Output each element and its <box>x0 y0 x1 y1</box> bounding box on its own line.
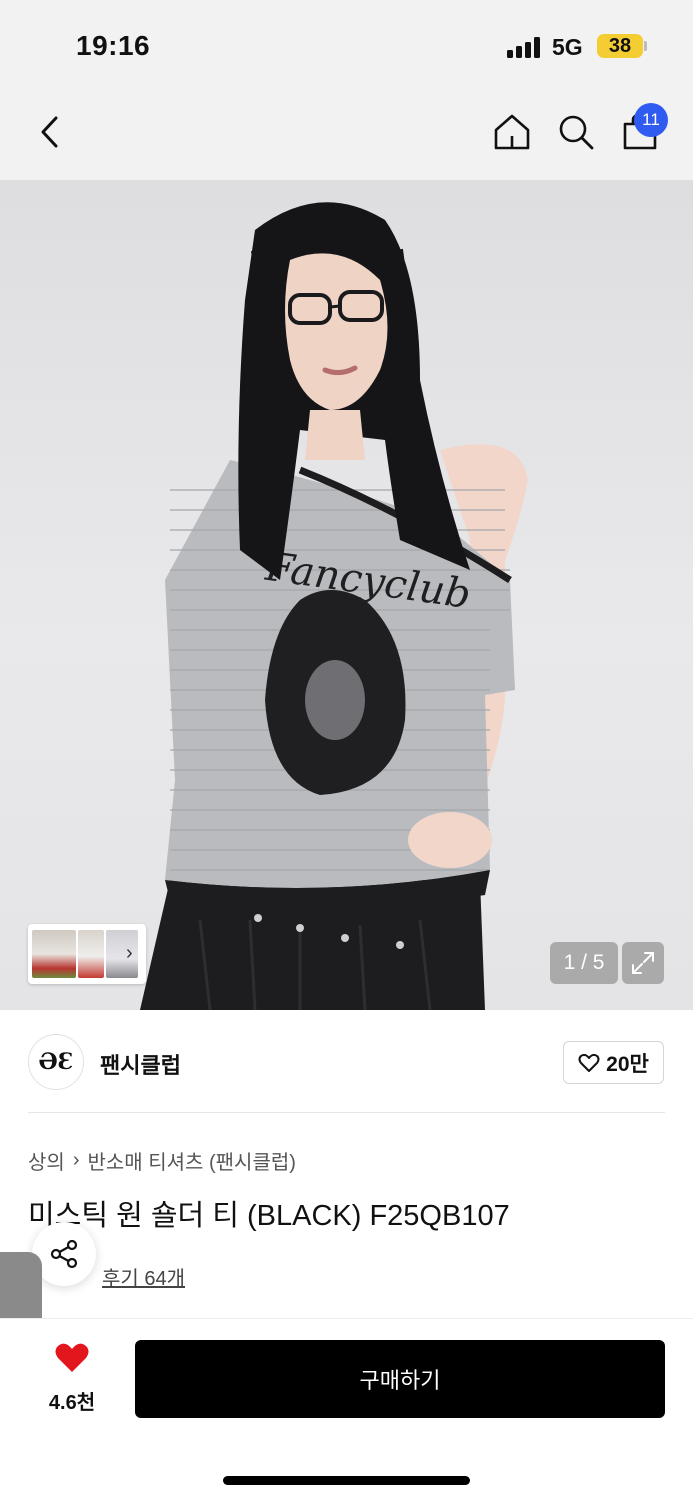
buy-button[interactable]: 구매하기 <box>135 1340 665 1418</box>
home-indicator <box>223 1476 470 1485</box>
chevron-right-icon: › <box>72 1149 80 1171</box>
status-time: 19:16 <box>76 30 151 61</box>
cart-count-badge: 11 <box>634 103 668 137</box>
heart-filled-icon <box>55 1343 89 1372</box>
like-count: 4.6천 <box>48 1392 96 1414</box>
back-icon[interactable] <box>26 108 74 156</box>
brand-like-button[interactable]: 20만 <box>563 1041 664 1084</box>
breadcrumb-subcategory[interactable]: 반소매 티셔츠 (팬시클럽) <box>87 1146 295 1175</box>
top-nav <box>0 92 693 180</box>
product-title: 미스틱 원 숄더 티 (BLACK) F25QB107 <box>28 1200 510 1232</box>
thumbnail-3[interactable] <box>106 930 138 978</box>
signal-icon <box>507 36 543 58</box>
thumbnail-1[interactable] <box>32 930 76 978</box>
brand-name[interactable]: 팬시클럽 <box>100 1048 181 1080</box>
divider <box>28 1112 665 1113</box>
chevron-right-icon[interactable]: › <box>126 942 133 965</box>
expand-icon[interactable] <box>622 942 664 984</box>
status-bar: 19:16 5G 38 <box>0 0 693 92</box>
network-label: 5G <box>552 34 583 60</box>
image-page-indicator: 1 / 5 <box>550 942 618 984</box>
breadcrumb-category[interactable]: 상의 <box>28 1146 65 1175</box>
share-icon <box>50 1239 78 1269</box>
model-photo: Fancyclub <box>140 202 528 1010</box>
brand-logo[interactable]: ƏƐ <box>28 1034 84 1090</box>
brand-like-count: 20만 <box>606 1052 649 1076</box>
thumbnail-2[interactable] <box>78 930 104 978</box>
breadcrumb: 상의 › 반소매 티셔츠 (팬시클럽) <box>28 1146 296 1175</box>
home-icon[interactable] <box>488 108 536 156</box>
heart-outline-icon <box>578 1053 600 1072</box>
battery-icon: 38 <box>597 34 643 58</box>
battery-tip <box>644 41 647 51</box>
search-icon[interactable] <box>552 108 600 156</box>
product-image[interactable]: Fancyclub <box>0 180 693 1010</box>
review-link[interactable]: 후기 64개 <box>102 1262 185 1291</box>
